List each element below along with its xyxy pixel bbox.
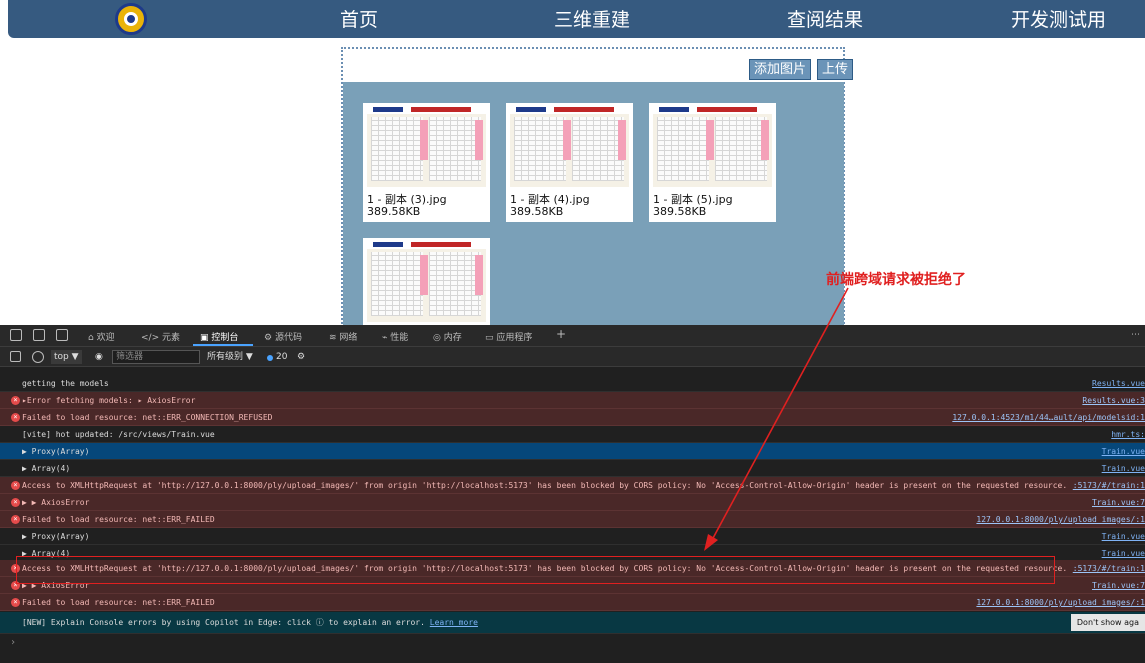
error-icon: ×	[11, 413, 20, 422]
tab-welcome[interactable]: ⌂ 欢迎	[88, 330, 115, 343]
upload-button[interactable]: 上传	[817, 59, 854, 80]
image-card[interactable]	[363, 238, 490, 328]
console-message: Failed to load resource: net::ERR_FAILED	[22, 598, 215, 607]
tab-network[interactable]: ≋ 网络	[329, 330, 357, 343]
console-message: ▶ Proxy(Array)	[22, 447, 90, 456]
tab-performance[interactable]: ⌁ 性能	[382, 330, 408, 343]
console-error-row[interactable]: × ▸Error fetching models: ▸ AxiosError Res…	[0, 392, 1145, 409]
add-image-button[interactable]: 添加图片	[749, 59, 812, 80]
console-source-link[interactable]: Train.vue	[1102, 443, 1145, 459]
console-toolbar: top ▼ ◉ 筛选器 所有级别 ▼ 20 ⚙	[0, 347, 1145, 367]
eye-icon[interactable]: ◉	[95, 350, 103, 364]
add-tab-icon[interactable]: +	[556, 327, 566, 341]
console-log-row[interactable]: getting the models Results.vue	[0, 375, 1145, 392]
image-card[interactable]: 1 - 副本 (3).jpg 389.58KB	[363, 103, 490, 222]
console-log-row[interactable]: [vite] hot updated: /src/views/Train.vue…	[0, 426, 1145, 443]
console-source-link[interactable]: :5173/#/train:1	[1073, 560, 1145, 576]
tab-sources[interactable]: ⚙ 源代码	[264, 330, 302, 343]
image-thumbnail	[510, 106, 629, 187]
console-log-row[interactable]: ▶ Array(4) Train.vue	[0, 460, 1145, 477]
image-card[interactable]: 1 - 副本 (5).jpg 389.58KB	[649, 103, 776, 222]
console-error-row[interactable]: × Access to XMLHttpRequest at 'http://127…	[0, 477, 1145, 494]
image-filesize: 389.58KB	[510, 205, 564, 218]
console-message: ▸Error fetching models: ▸ AxiosError	[22, 396, 196, 405]
console-error-row[interactable]: × Failed to load resource: net::ERR_FAILE…	[0, 594, 1145, 611]
annotation-text: 前端跨域请求被拒绝了	[826, 272, 966, 288]
image-thumbnail	[367, 241, 486, 322]
tab-console[interactable]: ▣ 控制台	[200, 330, 238, 343]
console-message: Access to XMLHttpRequest at 'http://127.…	[22, 481, 1068, 490]
issue-count[interactable]: 20	[276, 350, 287, 364]
console-source-link[interactable]: Train.vue	[1102, 528, 1145, 544]
issues-icon[interactable]	[267, 355, 273, 361]
copilot-message: [NEW] Explain Console errors by using Co…	[22, 618, 478, 627]
image-filesize: 389.58KB	[367, 205, 421, 218]
tab-application[interactable]: ▭ 应用程序	[485, 330, 532, 343]
console-log-row[interactable]: ▶ Proxy(Array) Train.vue	[0, 443, 1145, 460]
console-source-link[interactable]: 127.0.0.1:8000/ply/upload_images/:1	[976, 594, 1145, 610]
console-message: [vite] hot updated: /src/views/Train.vue	[22, 430, 215, 439]
error-icon: ×	[11, 598, 20, 607]
university-logo-icon[interactable]	[115, 3, 147, 35]
copilot-banner: [NEW] Explain Console errors by using Co…	[0, 612, 1145, 634]
console-message: Failed to load resource: net::ERR_CONNEC…	[22, 413, 273, 422]
error-icon: ×	[11, 498, 20, 507]
console-message: ▶ ▶ AxiosError	[22, 498, 90, 507]
console-source-link[interactable]: 127.0.0.1:4523/m1/44…ault/api/modelsid:1	[952, 409, 1145, 425]
more-icon[interactable]: ⋯	[1131, 330, 1140, 340]
device-toolbar-icon[interactable]	[33, 329, 45, 341]
error-icon: ×	[11, 515, 20, 524]
nav-results[interactable]: 查阅结果	[787, 5, 863, 32]
sidebar-toggle-icon[interactable]	[10, 351, 21, 362]
context-select[interactable]: top ▼	[51, 350, 82, 364]
image-list-panel: 1 - 副本 (3).jpg 389.58KB 1 - 副本 (4).jpg 3…	[343, 82, 844, 328]
settings-gear-icon[interactable]: ⚙	[297, 350, 305, 364]
console-source-link[interactable]: Train.vue	[1102, 460, 1145, 476]
nav-reconstruction[interactable]: 三维重建	[554, 5, 630, 32]
console-source-link[interactable]: Results.vue	[1092, 375, 1145, 391]
inspect-icon[interactable]	[10, 329, 22, 341]
dismiss-button[interactable]: Don't show aga	[1070, 614, 1145, 631]
error-icon: ×	[11, 481, 20, 490]
filter-input[interactable]: 筛选器	[112, 350, 200, 364]
image-filesize: 389.58KB	[653, 205, 707, 218]
console-source-link[interactable]: Train.vue:7	[1092, 577, 1145, 593]
console-log-row[interactable]: ▶ Proxy(Array) Train.vue	[0, 528, 1145, 545]
dock-icon[interactable]	[56, 329, 68, 341]
image-thumbnail	[367, 106, 486, 187]
learn-more-link[interactable]: Learn more	[430, 618, 478, 627]
level-select[interactable]: 所有级别 ▼	[207, 350, 253, 364]
console-source-link[interactable]: hmr.ts:	[1111, 426, 1145, 442]
highlight-box	[16, 556, 1055, 584]
console-source-link[interactable]: Train.vue:7	[1092, 494, 1145, 510]
console-message: Failed to load resource: net::ERR_FAILED	[22, 515, 215, 524]
console-error-row[interactable]: × Failed to load resource: net::ERR_FAILE…	[0, 511, 1145, 528]
top-nav: 首页 三维重建 查阅结果 开发测试用	[8, 0, 1145, 38]
image-card[interactable]: 1 - 副本 (4).jpg 389.58KB	[506, 103, 633, 222]
active-tab-indicator	[193, 344, 253, 346]
console-message: ▶ Proxy(Array)	[22, 532, 90, 541]
error-icon: ×	[11, 396, 20, 405]
tab-memory[interactable]: ◎ 内存	[433, 330, 462, 343]
console-source-link[interactable]: 127.0.0.1:8000/ply/upload_images/:1	[976, 511, 1145, 527]
console-source-link[interactable]: Results.vue:3	[1082, 392, 1145, 408]
image-thumbnail	[653, 106, 772, 187]
nav-dev-test[interactable]: 开发测试用	[1011, 5, 1106, 32]
console-message: getting the models	[22, 379, 109, 388]
nav-home[interactable]: 首页	[340, 5, 378, 32]
console-source-link[interactable]: :5173/#/train:1	[1073, 477, 1145, 493]
devtools-tabbar: ⌂ 欢迎 </> 元素 ▣ 控制台 ⚙ 源代码 ≋ 网络 ⌁ 性能 ◎ 内存 ▭…	[0, 325, 1145, 347]
console-error-row[interactable]: × Failed to load resource: net::ERR_CONNE…	[0, 409, 1145, 426]
console-message: ▶ Array(4)	[22, 464, 71, 473]
console-prompt[interactable]: ›	[10, 637, 16, 648]
tab-elements[interactable]: </> 元素	[141, 330, 180, 343]
clear-console-icon[interactable]	[32, 351, 44, 363]
console-error-row[interactable]: × ▶ ▶ AxiosError Train.vue:7	[0, 494, 1145, 511]
